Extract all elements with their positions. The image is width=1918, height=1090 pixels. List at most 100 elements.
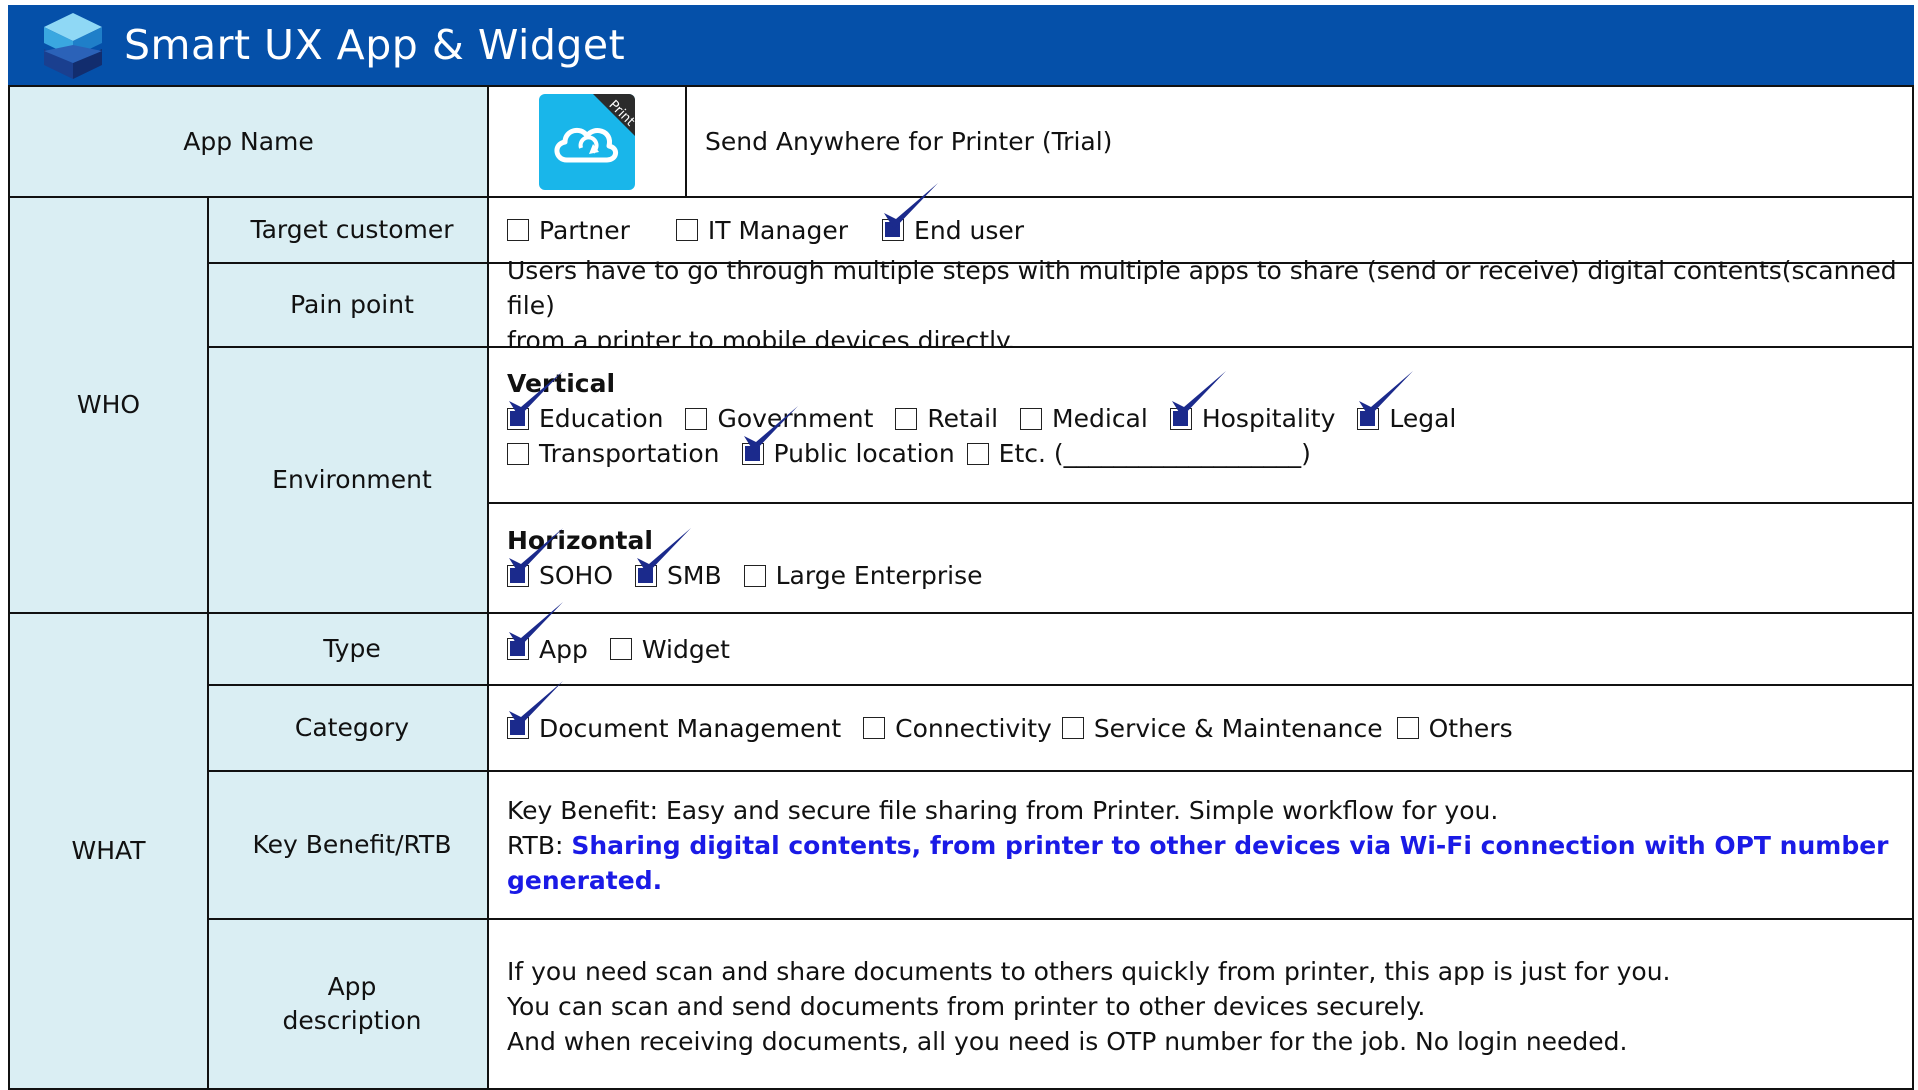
checkbox-smb[interactable]: SMB xyxy=(635,528,722,593)
option-label: End user xyxy=(914,215,1025,245)
checkbox-widget[interactable]: Widget xyxy=(609,632,730,667)
description-line-3: And when receiving documents, all you ne… xyxy=(507,1027,1628,1056)
description-line-2: You can scan and send documents from pri… xyxy=(507,992,1426,1021)
app-name-text: Send Anywhere for Printer (Trial) xyxy=(705,127,1113,156)
checkbox-retail[interactable]: Retail xyxy=(895,401,998,436)
environment-vertical: Vertical Education Government Retail Med… xyxy=(487,346,1914,504)
type-label: Type xyxy=(207,612,497,686)
checkbox-app[interactable]: App xyxy=(507,601,588,667)
checkbox-large-enterprise[interactable]: Large Enterprise xyxy=(743,558,983,593)
checkbox-transportation[interactable]: Transportation xyxy=(507,436,720,471)
checkbox-box[interactable] xyxy=(1357,407,1380,430)
environment-label: Environment xyxy=(207,346,497,614)
checkbox-box[interactable] xyxy=(882,219,905,241)
checkbox-government[interactable]: Government xyxy=(685,401,873,436)
target-customer-options: Partner IT Manager End user xyxy=(507,182,1912,248)
pain-point-label-text: Pain point xyxy=(290,290,414,319)
target-customer-label: Target customer xyxy=(207,196,497,264)
pain-point-value: Users have to go through multiple steps … xyxy=(487,256,1914,355)
app-description-label-line-2: description xyxy=(282,1006,422,1035)
pain-point-label: Pain point xyxy=(207,262,497,348)
option-label: Education xyxy=(539,404,664,433)
app-description-label-line-1: App xyxy=(327,972,377,1001)
cloud-share-icon: Print xyxy=(539,93,635,190)
checkbox-box[interactable] xyxy=(685,407,708,430)
checkbox-box[interactable] xyxy=(1169,407,1192,430)
option-label: Hospitality xyxy=(1201,404,1336,433)
checkbox-public-location[interactable]: Public location xyxy=(741,406,955,471)
checkbox-education[interactable]: Education xyxy=(507,371,664,436)
checkbox-soho[interactable]: SOHO xyxy=(507,528,613,593)
app-icon-cell: Print xyxy=(487,85,687,198)
rtb-line: RTB: Sharing digital contents, from prin… xyxy=(507,828,1912,898)
category-label-text: Category xyxy=(294,713,410,742)
checkbox-box[interactable] xyxy=(507,638,529,660)
checkbox-box[interactable] xyxy=(1396,717,1419,739)
checkbox-box[interactable] xyxy=(895,407,918,430)
app-name-value: Send Anywhere for Printer (Trial) xyxy=(685,85,1914,198)
checkbox-box[interactable] xyxy=(863,717,886,739)
checkbox-service-maintenance[interactable]: Service & Maintenance xyxy=(1061,711,1383,746)
option-label: Legal xyxy=(1389,404,1457,433)
horizontal-row: SOHO SMB Large Enterprise xyxy=(507,528,1912,593)
checkbox-box[interactable] xyxy=(507,442,529,465)
rtb-prefix: RTB: xyxy=(507,830,572,860)
checkbox-box[interactable] xyxy=(1020,407,1043,430)
option-label: Widget xyxy=(641,634,730,664)
page-title: Smart UX App & Widget xyxy=(124,21,626,69)
checkbox-box[interactable] xyxy=(635,564,658,587)
checkbox-hospitality[interactable]: Hospitality xyxy=(1169,371,1336,436)
checkbox-box[interactable] xyxy=(507,564,529,587)
checkbox-box[interactable] xyxy=(609,638,632,660)
option-label: App xyxy=(539,634,588,664)
rtb-text: Sharing digital contents, from printer t… xyxy=(507,830,1889,895)
vertical-title: Vertical xyxy=(507,369,616,398)
app-info-table: App Name Print Send Anywhere for Printer… xyxy=(8,85,1914,1090)
who-label-text: WHO xyxy=(76,390,141,419)
option-label: Connectivity xyxy=(895,713,1052,743)
vertical-row-2: Transportation Public location Etc. (___… xyxy=(507,406,1912,471)
what-section-label: WHAT xyxy=(8,612,209,1090)
who-section-label: WHO xyxy=(8,196,209,614)
option-label: Transportation xyxy=(539,439,720,468)
checkbox-box[interactable] xyxy=(507,407,529,430)
option-label: SMB xyxy=(667,561,722,590)
checkbox-box[interactable] xyxy=(743,564,766,587)
key-benefit-text: Key Benefit: Easy and secure file sharin… xyxy=(507,795,1499,825)
checkbox-box[interactable] xyxy=(966,442,989,465)
key-benefit-label-text: Key Benefit/RTB xyxy=(252,830,452,859)
option-label: Service & Maintenance xyxy=(1093,713,1383,743)
checkbox-legal[interactable]: Legal xyxy=(1357,371,1457,436)
checkbox-connectivity[interactable]: Connectivity xyxy=(863,711,1052,746)
checkbox-box[interactable] xyxy=(507,717,529,739)
type-label-text: Type xyxy=(323,634,381,663)
option-label: Large Enterprise xyxy=(775,561,983,590)
key-benefit-value: Key Benefit: Easy and secure file sharin… xyxy=(487,770,1914,920)
checkbox-etc[interactable]: Etc. (___________________) xyxy=(966,436,1311,471)
option-label: Government xyxy=(717,404,874,433)
checkbox-box[interactable] xyxy=(507,219,529,241)
checkbox-others[interactable]: Others xyxy=(1396,711,1513,746)
checkbox-end-user[interactable]: End user xyxy=(882,182,1025,248)
description-line-1: If you need scan and share documents to … xyxy=(507,957,1671,986)
checkbox-it-manager[interactable]: IT Manager xyxy=(675,213,848,248)
checkbox-partner[interactable]: Partner xyxy=(507,213,630,248)
option-label: Others xyxy=(1428,713,1513,743)
checkbox-box[interactable] xyxy=(675,219,698,241)
what-label-text: WHAT xyxy=(71,836,146,865)
horizontal-title: Horizontal xyxy=(507,526,653,555)
app-description-value: If you need scan and share documents to … xyxy=(487,918,1914,1090)
checkbox-box[interactable] xyxy=(1061,717,1084,739)
checkbox-document-management[interactable]: Document Management xyxy=(507,680,841,746)
category-label: Category xyxy=(207,684,497,772)
type-options: App Widget xyxy=(507,601,1912,667)
cube-stack-icon xyxy=(44,13,102,79)
type-value: App Widget xyxy=(487,601,1914,686)
checkbox-box[interactable] xyxy=(741,442,764,465)
category-options: Document Management Connectivity Service… xyxy=(507,680,1912,746)
environment-horizontal: Horizontal SOHO SMB Large Enterprise xyxy=(487,502,1914,614)
option-label: Public location xyxy=(773,439,955,468)
app-description-label: App description xyxy=(207,918,497,1090)
app-name-label-text: App Name xyxy=(183,126,314,156)
checkbox-medical[interactable]: Medical xyxy=(1020,401,1148,436)
